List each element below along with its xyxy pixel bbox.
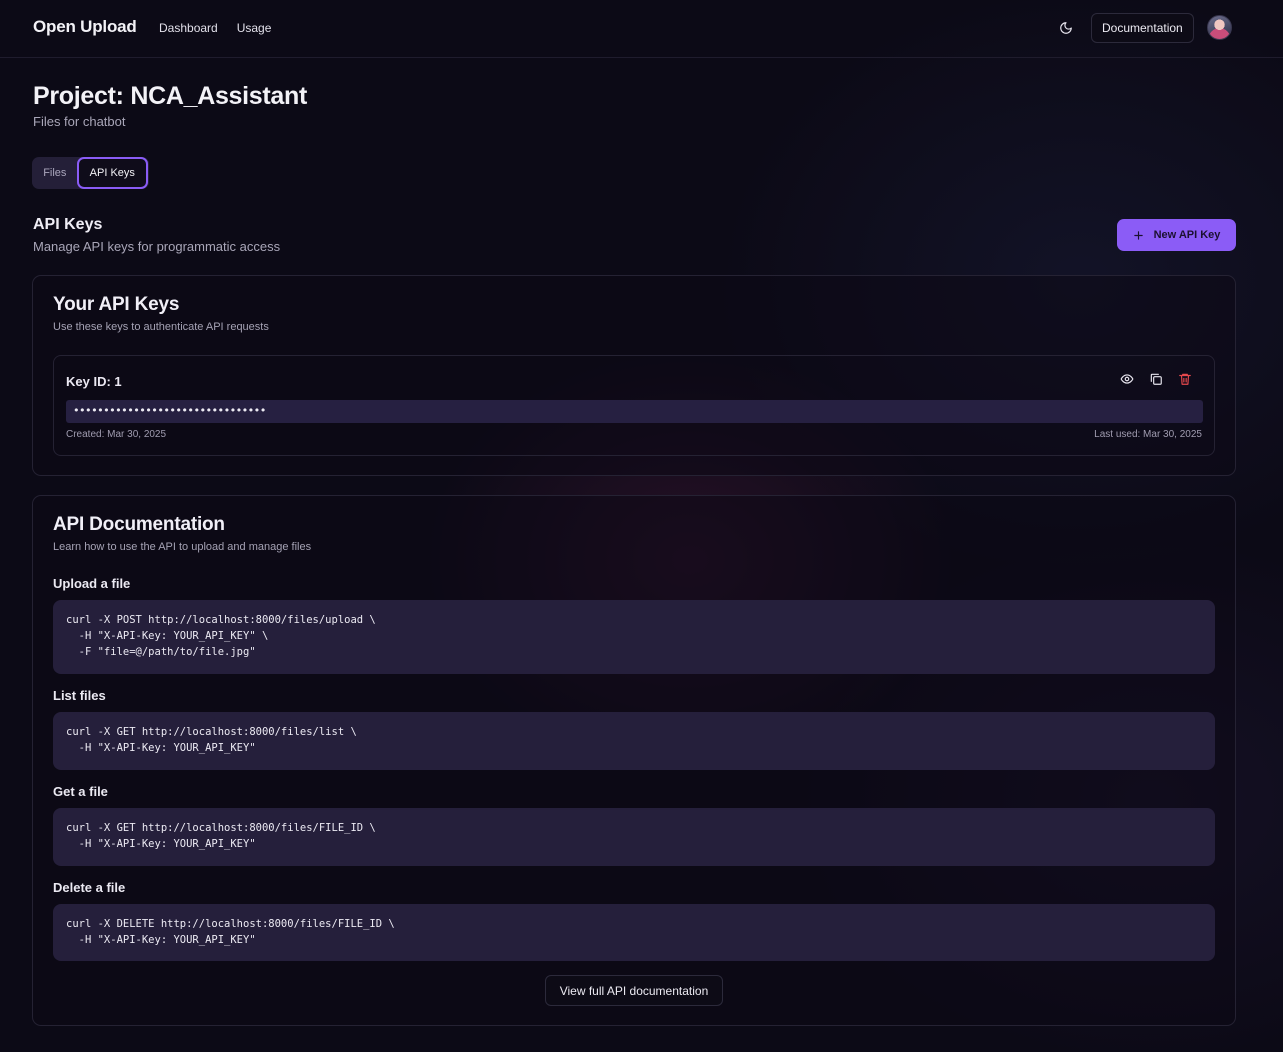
code-block[interactable]: curl -X GET http://localhost:8000/files/… [53,712,1215,770]
tab-api-keys[interactable]: API Keys [76,157,148,189]
doc-section-label: Get a file [53,784,108,799]
show-key-button[interactable] [1118,370,1136,388]
card-title: Your API Keys [53,294,180,315]
doc-section-label: List files [53,688,106,703]
delete-key-button[interactable] [1176,370,1194,388]
new-api-key-button[interactable]: New API Key [1117,219,1236,251]
card-subtitle: Learn how to use the API to upload and m… [53,541,312,553]
code-block[interactable]: curl -X DELETE http://localhost:8000/fil… [53,904,1215,961]
section-subtitle: Manage API keys for programmatic access [33,239,281,254]
nav-usage[interactable]: Usage [237,21,272,35]
theme-toggle-button[interactable] [1052,14,1080,42]
view-full-docs-button[interactable]: View full API documentation [545,975,723,1006]
doc-section-label: Delete a file [53,880,126,895]
project-tabs: Files API Keys [32,157,149,189]
card-subtitle: Use these keys to authenticate API reque… [53,321,269,333]
key-id: Key ID: 1 [66,374,122,389]
plus-icon [1133,230,1143,240]
doc-section-label: Upload a file [53,576,131,591]
app-brand[interactable]: Open Upload [33,17,137,37]
moon-icon [1060,22,1072,34]
code-block[interactable]: curl -X GET http://localhost:8000/files/… [53,808,1215,866]
api-keys-card: Your API Keys Use these keys to authenti… [32,275,1236,476]
trash-icon [1179,373,1191,385]
api-docs-card: API Documentation Learn how to use the A… [32,495,1236,1026]
tab-files[interactable]: Files [33,157,77,189]
user-avatar[interactable] [1207,15,1232,40]
new-api-key-label: New API Key [1153,229,1221,241]
api-key-item: Key ID: 1 ••••••••••••••••••••••••••••••… [53,355,1215,456]
key-created-date: Created: Mar 30, 2025 [66,429,167,440]
copy-icon [1150,373,1162,385]
masked-key-value[interactable]: •••••••••••••••••••••••••••••••• [66,400,1203,423]
page-title: Project: NCA_Assistant [33,82,308,110]
card-title: API Documentation [53,514,225,535]
page-subtitle: Files for chatbot [33,114,126,129]
section-title: API Keys [33,216,103,233]
documentation-button[interactable]: Documentation [1091,13,1194,43]
key-last-used-date: Last used: Mar 30, 2025 [1094,429,1202,440]
copy-key-button[interactable] [1147,370,1165,388]
code-block[interactable]: curl -X POST http://localhost:8000/files… [53,600,1215,674]
nav-dashboard[interactable]: Dashboard [159,21,218,35]
eye-icon [1120,374,1134,384]
main-nav: Dashboard Usage [159,21,271,35]
key-actions [1118,370,1194,388]
top-navbar: Open Upload Dashboard Usage Documentatio… [0,0,1283,58]
